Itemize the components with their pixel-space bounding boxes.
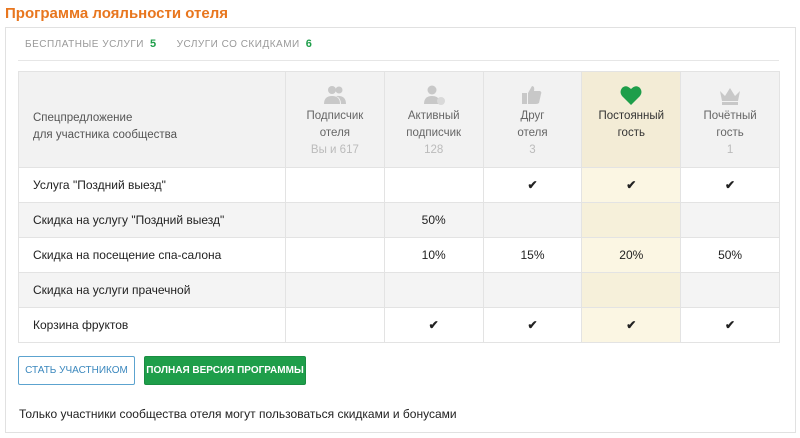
service-stats: БЕСПЛАТНЫЕ УСЛУГИ 5 УСЛУГИ СО СКИДКАМИ 6: [25, 38, 332, 50]
users-icon: [323, 86, 346, 104]
free-services-label: БЕСПЛАТНЫЕ УСЛУГИ: [25, 39, 144, 50]
level-count: 1: [726, 144, 734, 156]
level-name-line1: Почётный: [703, 110, 757, 122]
free-services-count: 5: [149, 38, 157, 50]
crown-icon: [720, 88, 741, 105]
level-name-line2: гость: [617, 127, 645, 139]
table-cell: 50%: [680, 237, 780, 273]
table-cell: 50%: [383, 202, 484, 238]
table-cell: [680, 202, 780, 238]
row-label: Услуга "Поздний выезд": [18, 167, 286, 203]
footer-note: Только участники сообщества отеля могут …: [19, 407, 457, 421]
level-count: 3: [529, 144, 536, 156]
table-cell: [383, 167, 484, 203]
join-button[interactable]: СТАТЬ УЧАСТНИКОМ: [18, 356, 135, 385]
level-name-line2: отеля: [319, 127, 351, 139]
header-label-line2: для участника сообщества: [33, 129, 178, 141]
full-program-button[interactable]: ПОЛНАЯ ВЕРСИЯ ПРОГРАММЫ: [144, 356, 306, 385]
discount-services-label: УСЛУГИ СО СКИДКАМИ: [176, 39, 300, 50]
check-icon: ✔: [581, 167, 682, 203]
check-icon: ✔: [680, 307, 780, 343]
table-row: Скидка на услугу "Поздний выезд" 50%: [18, 202, 780, 238]
check-icon: ✔: [482, 307, 583, 343]
table-cell: [581, 272, 682, 308]
level-name-line2: гость: [716, 127, 744, 139]
divider: [18, 60, 779, 61]
table-header-row: Спецпредложение для участника сообщества…: [18, 71, 780, 168]
level-name-line1: Активный: [407, 110, 460, 122]
check-icon: ✔: [680, 167, 780, 203]
table-cell: [285, 307, 385, 343]
level-count: 128: [424, 144, 444, 156]
header-label: Спецпредложение для участника сообщества: [18, 71, 286, 168]
table-row: Скидка на посещение спа-салона 10% 15% 2…: [18, 237, 780, 273]
level-name-line2: отеля: [517, 127, 548, 139]
level-friend: Друг отеля 3: [482, 71, 583, 168]
discount-services-count: 6: [305, 38, 313, 50]
thumbs-up-icon: [522, 86, 542, 104]
page-title: Программа лояльности отеля: [5, 5, 229, 22]
row-label: Корзина фруктов: [18, 307, 286, 343]
check-icon: ✔: [383, 307, 484, 343]
table-cell: [482, 202, 583, 238]
level-regular-guest: Постоянный гость: [581, 71, 682, 168]
table-cell: [285, 167, 385, 203]
row-label: Скидка на услугу "Поздний выезд": [18, 202, 286, 238]
check-icon: ✔: [581, 307, 682, 343]
table-row: Скидка на услуги прачечной: [18, 272, 780, 308]
level-name-line1: Подписчик: [306, 110, 364, 122]
row-label: Скидка на посещение спа-салона: [18, 237, 286, 273]
table-cell: 20%: [581, 237, 682, 273]
table-row: Услуга "Поздний выезд" ✔ ✔ ✔: [18, 167, 780, 203]
level-name-line1: Друг: [520, 110, 545, 122]
header-label-line1: Спецпредложение: [33, 112, 133, 124]
level-active-subscriber: Активный подписчик 128: [383, 71, 484, 168]
level-subscriber: Подписчик отеля Вы и 617: [285, 71, 385, 168]
check-icon: ✔: [482, 167, 583, 203]
table-cell: 10%: [383, 237, 484, 273]
table-cell: [383, 272, 484, 308]
table-row: Корзина фруктов ✔ ✔ ✔ ✔: [18, 307, 780, 343]
loyalty-table: Спецпредложение для участника сообщества…: [18, 71, 780, 343]
row-label: Скидка на услуги прачечной: [18, 272, 286, 308]
table-cell: [482, 272, 583, 308]
level-count: Вы и 617: [310, 144, 359, 156]
table-cell: [581, 202, 682, 238]
level-honored-guest: Почётный гость 1: [680, 71, 780, 168]
level-name-line1: Постоянный: [598, 110, 665, 122]
table-cell: [285, 272, 385, 308]
level-name-line2: подписчик: [406, 127, 462, 139]
table-cell: 15%: [482, 237, 583, 273]
heart-icon: [620, 86, 642, 105]
table-cell: [680, 272, 780, 308]
table-cell: [285, 237, 385, 273]
table-cell: [285, 202, 385, 238]
user-plus-icon: [423, 85, 445, 105]
